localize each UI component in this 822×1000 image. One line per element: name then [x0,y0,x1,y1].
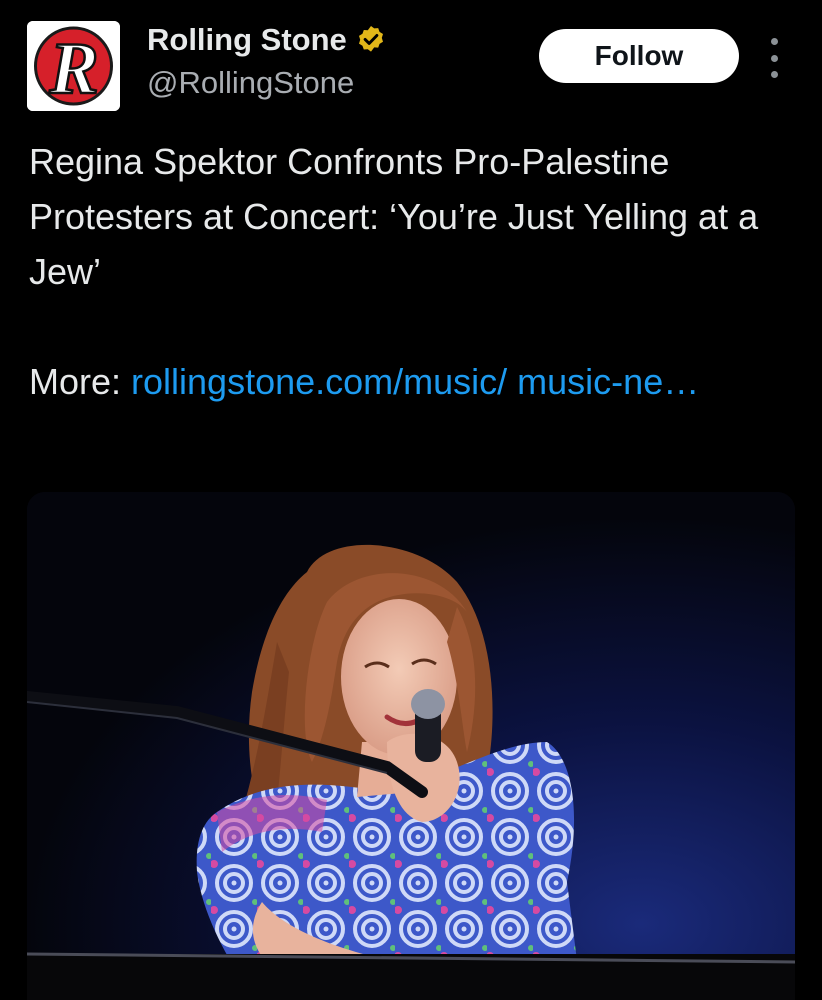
follow-button[interactable]: Follow [539,29,739,83]
concert-photo-image [27,492,795,1000]
avatar[interactable]: R [27,21,120,111]
avatar-letter: R [48,28,98,110]
author-name[interactable]: Rolling Stone [147,22,347,58]
tweet-text: Regina Spektor Confronts Pro-Palestine P… [29,134,799,409]
author-name-row[interactable]: Rolling Stone [147,22,387,58]
more-line: More: rollingstone.com/music/ music-ne… [29,354,799,409]
more-options-icon[interactable] [762,38,786,78]
author-handle[interactable]: @RollingStone [147,65,354,101]
tweet-photo[interactable] [27,492,795,1000]
verified-badge-icon [355,24,387,56]
more-label: More: [29,361,132,402]
article-link[interactable]: rollingstone.com/music/ music-ne… [131,361,699,402]
tweet-card: R Rolling Stone @RollingStone Follow Reg… [0,0,822,1000]
rolling-stone-logo-icon: R [27,21,120,111]
tweet-headline: Regina Spektor Confronts Pro-Palestine P… [29,141,759,292]
